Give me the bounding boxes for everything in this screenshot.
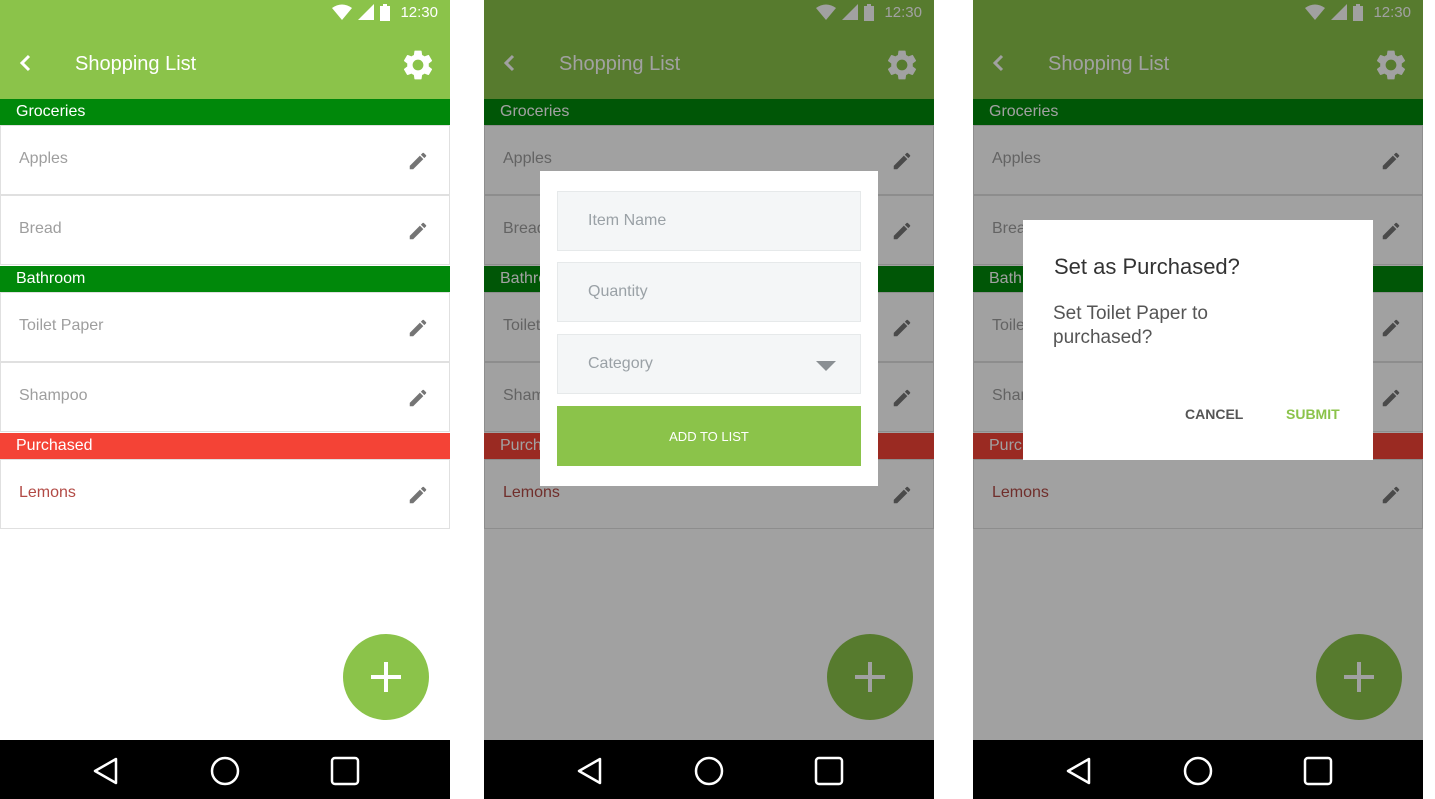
home-circle-icon — [694, 756, 724, 786]
confirm-purchased-dialog: Set as Purchased? Set Toilet Paper to pu… — [1023, 220, 1373, 460]
back-arrow-icon — [19, 54, 31, 72]
home-circle-icon — [210, 756, 240, 786]
nav-recents-button[interactable] — [812, 754, 846, 788]
dialog-title: Set as Purchased? — [1054, 254, 1240, 279]
phone-screen-add-item: 12:30 Shopping List Groceries Apples Bre… — [484, 0, 934, 799]
list-item[interactable]: Apples — [0, 125, 450, 195]
back-triangle-icon — [1066, 757, 1091, 785]
nav-home-button[interactable] — [1181, 754, 1215, 788]
submit-button[interactable]: SUBMIT — [1286, 406, 1340, 422]
item-name: Bread — [19, 220, 62, 237]
pencil-icon[interactable] — [407, 150, 429, 172]
navigation-bar — [0, 740, 450, 799]
phone-screen-confirm: 12:30 Shopping List Groceries Apples Bre… — [973, 0, 1423, 799]
add-item-fab[interactable] — [343, 634, 429, 720]
nav-recents-button[interactable] — [1301, 754, 1335, 788]
item-name: Shampoo — [19, 387, 88, 404]
nav-home-button[interactable] — [692, 754, 726, 788]
gear-icon[interactable] — [400, 47, 436, 83]
quantity-field[interactable]: Quantity — [557, 262, 861, 322]
item-name: Apples — [19, 150, 68, 167]
wifi-icon — [332, 4, 353, 20]
status-time: 12:30 — [400, 3, 438, 21]
section-header-bathroom: Bathroom — [0, 266, 450, 292]
back-button[interactable] — [14, 52, 36, 74]
item-name-placeholder: Item Name — [588, 212, 667, 229]
navigation-bar — [484, 740, 934, 799]
recents-square-icon — [330, 756, 360, 786]
back-triangle-icon — [577, 757, 602, 785]
nav-back-button[interactable] — [89, 754, 123, 788]
navigation-bar — [973, 740, 1423, 799]
list-item[interactable]: Lemons — [0, 459, 450, 529]
item-name: Lemons — [19, 484, 76, 501]
pencil-icon[interactable] — [407, 317, 429, 339]
back-triangle-icon — [93, 757, 118, 785]
recents-square-icon — [1303, 756, 1333, 786]
dialog-message: Set Toilet Paper to purchased? — [1053, 303, 1208, 348]
plus-icon — [371, 662, 401, 692]
nav-home-button[interactable] — [208, 754, 242, 788]
status-bar: 12:30 — [0, 0, 450, 25]
section-header-purchased: Purchased — [0, 433, 450, 459]
category-placeholder: Category — [588, 355, 653, 372]
page-title: Shopping List — [75, 53, 197, 75]
home-circle-icon — [1183, 756, 1213, 786]
pencil-icon[interactable] — [407, 387, 429, 409]
list-item[interactable]: Shampoo — [0, 362, 450, 432]
recents-square-icon — [814, 756, 844, 786]
item-name-field[interactable]: Item Name — [557, 191, 861, 251]
phone-screen-list: 12:30 Shopping List Groceries Apples Bre… — [0, 0, 450, 799]
nav-back-button[interactable] — [573, 754, 607, 788]
add-to-list-button[interactable]: ADD TO LIST — [557, 406, 861, 466]
list-item[interactable]: Bread — [0, 195, 450, 265]
list-item[interactable]: Toilet Paper — [0, 292, 450, 362]
add-item-dialog: Item Name Quantity Category ADD TO LIST — [540, 171, 878, 486]
category-select[interactable]: Category — [557, 334, 861, 394]
dropdown-arrow-icon — [816, 361, 836, 371]
cancel-button[interactable]: CANCEL — [1185, 406, 1243, 422]
pencil-icon[interactable] — [407, 484, 429, 506]
nav-recents-button[interactable] — [328, 754, 362, 788]
battery-icon — [380, 3, 391, 21]
nav-back-button[interactable] — [1062, 754, 1096, 788]
quantity-placeholder: Quantity — [588, 283, 648, 300]
signal-icon — [358, 4, 375, 20]
app-bar: Shopping List — [0, 25, 450, 99]
section-header-groceries: Groceries — [0, 99, 450, 125]
pencil-icon[interactable] — [407, 220, 429, 242]
item-name: Toilet Paper — [19, 317, 104, 334]
